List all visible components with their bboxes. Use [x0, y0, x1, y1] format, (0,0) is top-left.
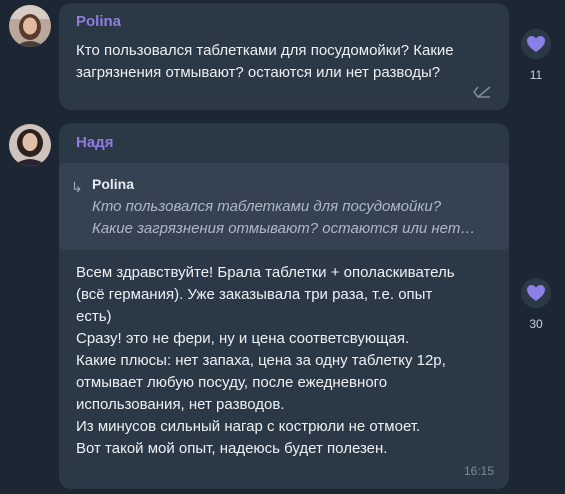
reaction-heart-button[interactable] [521, 29, 551, 59]
message-time: 16:15 [464, 464, 495, 478]
reaction-count: 30 [529, 317, 543, 331]
quote-text: Кто пользовался таблетками для посудомой… [92, 198, 476, 237]
reaction-heart-button[interactable] [521, 278, 551, 308]
message-text: Всем здравствуйте! Брала таблетки + опол… [76, 264, 455, 457]
reply-arrow-icon: ↳ [71, 179, 83, 195]
reaction-count: 11 [529, 68, 543, 82]
reply-quote[interactable]: ↳ Polina Кто пользовался таблетками для … [59, 163, 509, 250]
reply-icon[interactable] [472, 83, 492, 104]
avatar-nadya[interactable] [9, 124, 51, 166]
heart-icon [527, 36, 545, 52]
quote-author: Polina [92, 176, 135, 192]
heart-icon [527, 285, 545, 301]
message-bubble-1[interactable]: Polina Кто пользовался таблетками для по… [59, 3, 509, 110]
message-text: Кто пользовался таблетками для посудомой… [76, 42, 454, 81]
message-bubble-2[interactable]: Надя ↳ Polina Кто пользовался таблетками… [59, 123, 509, 489]
avatar-polina[interactable] [9, 5, 51, 47]
message-author[interactable]: Polina [76, 13, 121, 30]
message-author[interactable]: Надя [76, 134, 113, 151]
